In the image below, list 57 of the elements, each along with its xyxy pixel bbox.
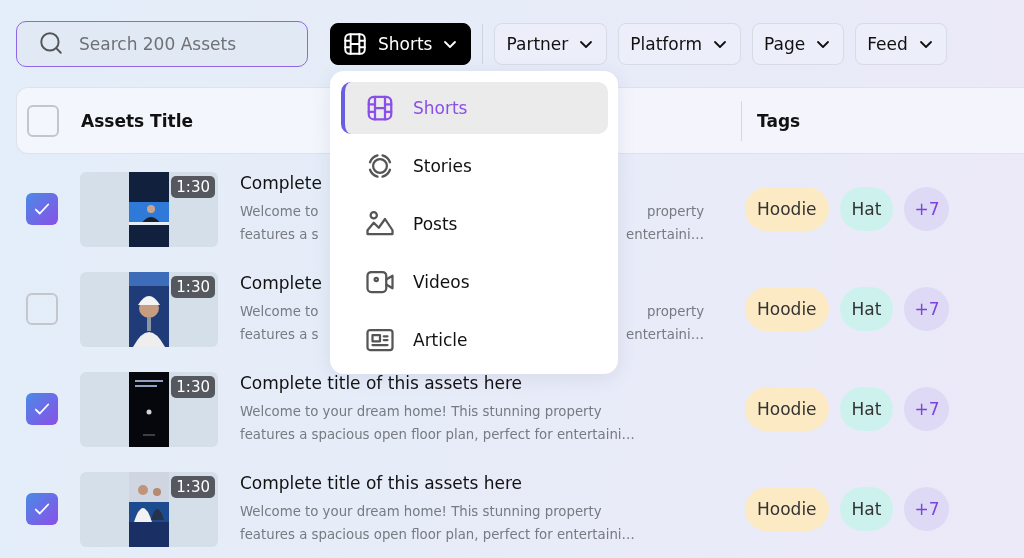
search-icon [38,30,64,56]
thumbnail[interactable]: 1:30 [80,271,218,347]
filter-button[interactable]: Feed [855,23,947,65]
menu-item[interactable]: Videos [341,256,608,308]
asset-title: Complete title of this assets here [240,472,522,493]
checkbox[interactable] [26,493,58,525]
filter-button[interactable]: Partner [494,23,608,65]
checkbox[interactable] [26,393,58,425]
filter-button[interactable]: Platform [618,23,741,65]
column-header: Tags [757,110,801,131]
duration-badge: 1:30 [171,375,215,398]
tag: Hat [839,387,894,431]
menu-item[interactable]: Stories [341,140,608,192]
tag: Hoodie [745,487,829,531]
filter-button[interactable]: Shorts [330,23,472,65]
asset-description: entertaini… [626,325,704,344]
tag: Hat [839,487,894,531]
asset-title: Complete [240,172,322,193]
more-tags-count[interactable]: +7 [904,187,950,231]
column-header: Assets Title [81,110,193,131]
checkbox[interactable] [26,193,58,225]
asset-description: features a spacious open floor plan, perfect for entertaini… [240,525,635,544]
film-icon [342,31,368,57]
more-tags-count[interactable]: +7 [904,287,950,331]
tag: Hoodie [745,187,829,231]
film-icon [365,93,395,123]
asset-description: Welcome to your dream home! This stunning property [240,402,602,421]
checkbox[interactable] [26,293,58,325]
asset-description: Welcome to your dream home! This stunning property [240,502,602,521]
duration-badge: 1:30 [171,275,215,298]
menu-item[interactable]: Article [341,314,608,366]
menu-item[interactable]: Posts [341,198,608,250]
search-field[interactable]: Search 200 Assets [16,21,308,67]
asset-description: property [647,302,704,321]
asset-description: property [647,202,704,221]
filter-button[interactable]: Page [752,23,845,65]
tag: Hoodie [745,387,829,431]
asset-description: features a spacious open floor plan, perfect for entertaini… [240,425,635,444]
more-tags-count[interactable]: +7 [904,387,950,431]
tag: Hat [839,287,894,331]
thumbnail[interactable]: 1:30 [80,471,218,547]
menu-item[interactable]: Shorts [341,82,608,134]
tag: Hoodie [745,287,829,331]
thumbnail[interactable]: 1:30 [80,371,218,447]
asset-description: Welcome to [240,302,319,321]
tag: Hat [839,187,894,231]
asset-description: features a s [240,225,319,244]
asset-description: Welcome to [240,202,319,221]
duration-badge: 1:30 [171,175,215,198]
more-tags-count[interactable]: +7 [904,487,950,531]
checkbox[interactable] [27,104,59,137]
asset-description: features a s [240,325,319,344]
asset-title: Complete title of this assets here [240,372,522,393]
asset-description: entertaini… [626,225,704,244]
thumbnail[interactable]: 1:30 [80,171,218,247]
duration-badge: 1:30 [171,475,215,498]
asset-title: Complete [240,272,322,293]
